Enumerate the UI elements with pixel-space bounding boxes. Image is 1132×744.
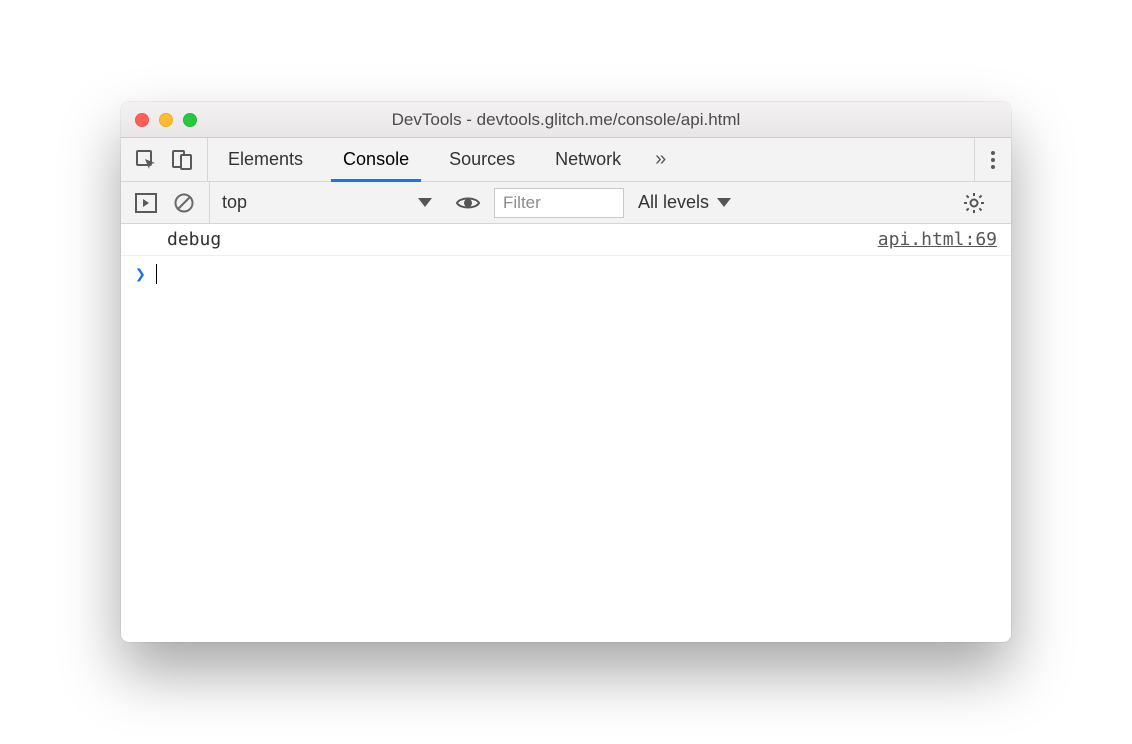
log-source-link[interactable]: api.html:69 <box>878 229 997 250</box>
log-message: debug <box>167 229 221 250</box>
console-toolbar: top All levels <box>121 182 1011 224</box>
device-toolbar-icon[interactable] <box>171 149 193 171</box>
tab-label: Sources <box>449 149 515 170</box>
tab-network[interactable]: Network <box>535 138 641 181</box>
console-input[interactable] <box>167 262 997 286</box>
live-expression-icon[interactable] <box>442 195 494 211</box>
context-label: top <box>222 192 247 213</box>
console-log-row: debug api.html:69 <box>121 224 1011 256</box>
fullscreen-window-button[interactable] <box>183 113 197 127</box>
tab-label: Console <box>343 149 409 170</box>
titlebar: DevTools - devtools.glitch.me/console/ap… <box>121 102 1011 138</box>
minimize-window-button[interactable] <box>159 113 173 127</box>
window-title: DevTools - devtools.glitch.me/console/ap… <box>121 110 1011 130</box>
more-options-button[interactable] <box>991 151 995 169</box>
text-caret <box>156 264 158 284</box>
console-settings-icon[interactable] <box>947 192 1001 214</box>
execution-context-select[interactable]: top <box>222 192 442 213</box>
tab-label: Elements <box>228 149 303 170</box>
traffic-lights <box>121 113 197 127</box>
tabs-overflow-button[interactable]: » <box>641 138 680 181</box>
filter-input[interactable] <box>494 188 624 218</box>
log-levels-select[interactable]: All levels <box>638 192 731 213</box>
tab-label: Network <box>555 149 621 170</box>
devtools-window: DevTools - devtools.glitch.me/console/ap… <box>121 102 1011 642</box>
chevron-down-icon <box>418 198 432 207</box>
chevron-right-double-icon: » <box>655 148 666 171</box>
console-output: debug api.html:69 ❯ <box>121 224 1011 642</box>
tab-sources[interactable]: Sources <box>429 138 535 181</box>
toolbar-left-controls <box>121 138 208 181</box>
chevron-down-icon <box>717 198 731 207</box>
levels-label: All levels <box>638 192 709 213</box>
prompt-chevron-icon: ❯ <box>135 264 146 285</box>
tab-console[interactable]: Console <box>323 138 429 181</box>
close-window-button[interactable] <box>135 113 149 127</box>
clear-console-icon[interactable] <box>173 192 195 214</box>
console-toolbar-left <box>121 182 210 223</box>
tab-elements[interactable]: Elements <box>208 138 323 181</box>
show-console-sidebar-icon[interactable] <box>135 193 157 213</box>
tabs: Elements Console Sources Network » <box>208 138 974 181</box>
tab-strip-right <box>974 138 1011 181</box>
console-toolbar-main: top All levels <box>210 182 1011 223</box>
inspect-element-icon[interactable] <box>135 149 157 171</box>
console-prompt[interactable]: ❯ <box>121 256 1011 292</box>
tab-strip: Elements Console Sources Network » <box>121 138 1011 182</box>
